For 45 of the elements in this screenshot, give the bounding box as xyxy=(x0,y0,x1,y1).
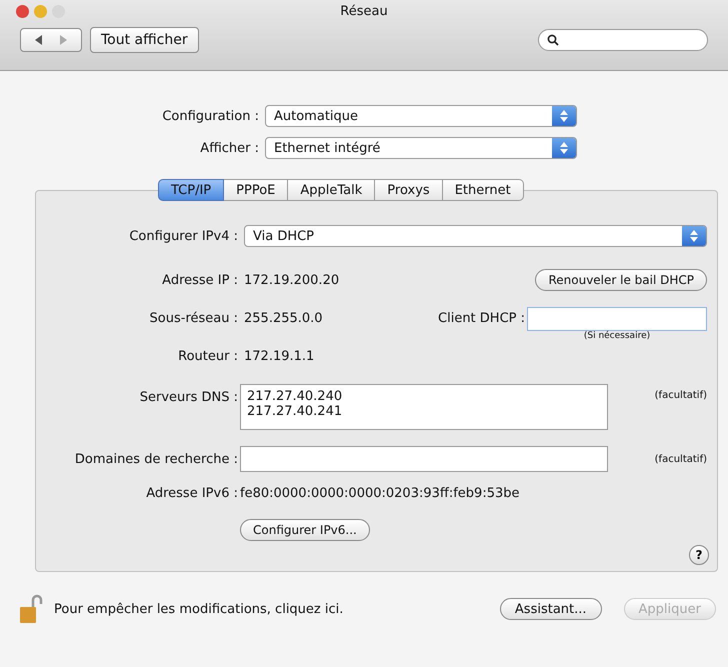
popup-menu[interactable]: Ethernet intégré xyxy=(265,137,577,159)
help-button[interactable]: ? xyxy=(689,545,709,565)
window-title: Réseau xyxy=(340,3,388,19)
renew-dhcp-button[interactable]: Renouveler le bail DHCP xyxy=(535,269,707,291)
tab[interactable]: TCP/IP xyxy=(158,179,224,201)
popup-menu[interactable]: Via DHCP xyxy=(244,225,707,247)
field-label: Sous-réseau : xyxy=(148,310,239,326)
search-field[interactable] xyxy=(538,29,708,51)
stepper-icon xyxy=(558,108,570,124)
configure-ipv6-button[interactable]: Configurer IPv6... xyxy=(240,519,370,541)
field-value: fe80:0000:0000:0000:0203:93ff:feb9:53be xyxy=(240,486,520,501)
tab[interactable]: PPPoE xyxy=(224,179,288,201)
show-all-button[interactable]: Tout afficher xyxy=(90,27,199,53)
back-forward-button[interactable] xyxy=(20,28,82,52)
field-label: Afficher : xyxy=(199,140,260,156)
field-label: Serveurs DNS : xyxy=(138,389,239,405)
tab[interactable]: Ethernet xyxy=(442,179,524,201)
stepper-icon xyxy=(558,140,570,156)
minimize-button[interactable] xyxy=(34,5,47,18)
optional-note: (facultatif) xyxy=(654,389,707,401)
optional-note: (facultatif) xyxy=(654,454,707,464)
list-entry: 217.27.40.241 xyxy=(247,404,344,419)
field-label: Routeur : xyxy=(177,349,239,364)
tab[interactable]: Proxys xyxy=(375,179,443,201)
search-icon xyxy=(547,34,559,46)
field-value: 172.19.200.20 xyxy=(244,272,340,288)
field-label: Configurer IPv4 : xyxy=(128,228,239,244)
field-label: Configuration : xyxy=(161,108,260,124)
padlock-icon[interactable] xyxy=(20,594,44,624)
field-label: Domaines de recherche : xyxy=(74,452,239,466)
footer-button[interactable]: Assistant... xyxy=(500,598,602,620)
dns-list[interactable]: 217.27.40.240 217.27.40.241 xyxy=(240,384,608,430)
field-value: 255.255.0.0 xyxy=(244,310,324,326)
list-entry: 217.27.40.240 xyxy=(247,389,344,404)
field-label: Client DHCP : xyxy=(438,310,525,326)
close-button[interactable] xyxy=(16,5,29,18)
stepper-icon xyxy=(688,228,700,244)
lock-message: Pour empêcher les modifications, cliquez ici. xyxy=(54,602,344,616)
field-hint: (Si nécessaire) xyxy=(584,331,650,341)
popup-menu[interactable]: Automatique xyxy=(265,105,577,127)
field-value: 172.19.1.1 xyxy=(244,349,314,364)
input-field[interactable] xyxy=(240,446,608,472)
input-field[interactable] xyxy=(527,307,707,331)
field-label: Adresse IP : xyxy=(161,272,239,288)
tab[interactable]: AppleTalk xyxy=(288,179,376,201)
